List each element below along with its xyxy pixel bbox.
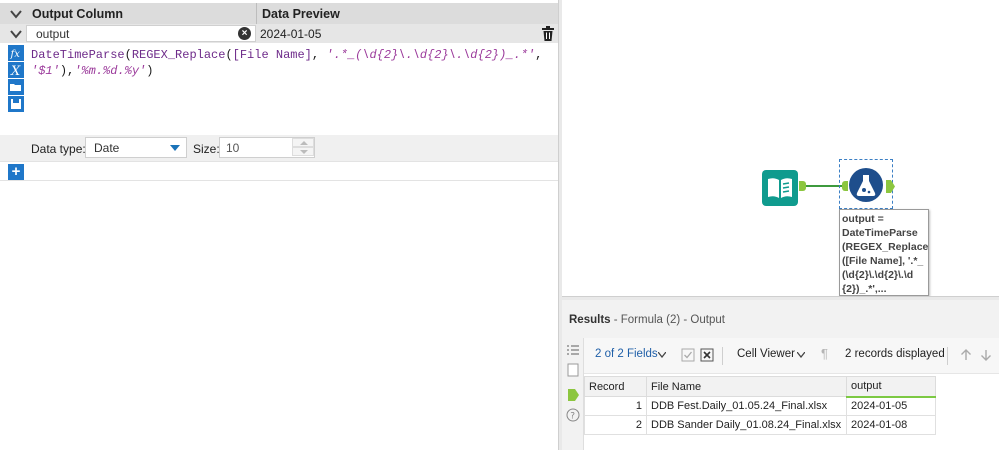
expr-string: '$1' (31, 64, 60, 78)
cell-record[interactable]: 2 (584, 415, 647, 435)
results-table[interactable]: Record File Name output 1 DDB Fest.Daily… (584, 376, 936, 435)
expr-punct: ) (146, 64, 154, 78)
cell-viewer-chevron-down-icon[interactable] (797, 352, 805, 358)
size-stepper[interactable] (292, 138, 314, 157)
cell-viewer-dropdown[interactable]: Cell Viewer (737, 348, 795, 360)
formula-tool-icon[interactable] (848, 167, 884, 203)
save-disk-icon[interactable] (8, 96, 24, 112)
formula-field-row: × 2024-01-05 (0, 24, 558, 43)
help-icon[interactable]: ? (566, 408, 580, 422)
expression-tools: fx X (8, 45, 25, 113)
variables-x-icon[interactable]: X (8, 62, 24, 78)
results-toolbar: 2 of 2 Fields Cell Viewer ¶ 2 records di… (584, 338, 999, 374)
data-preview-value: 2024-01-05 (260, 27, 322, 41)
column-header-file-name[interactable]: File Name (646, 376, 847, 397)
output-column-header: Output Column (32, 7, 123, 21)
svg-text:?: ? (570, 412, 575, 422)
add-field-button[interactable]: + (8, 164, 24, 180)
svg-text:X: X (10, 64, 21, 78)
check-box-icon[interactable] (681, 348, 695, 362)
column-header-output[interactable]: output (846, 376, 936, 398)
header-divider (256, 3, 257, 24)
output-anchor-tab-icon[interactable] (566, 388, 580, 402)
fields-chevron-down-icon[interactable] (658, 352, 666, 358)
cell-file-name[interactable]: DDB Sander Daily_01.08.24_Final.xlsx (646, 415, 847, 435)
results-title-label: Results (569, 314, 611, 326)
dropdown-caret-icon (170, 145, 180, 151)
results-title: Results - Formula (2) - Output (569, 314, 725, 326)
column-header-bar: Output Column Data Preview (0, 3, 558, 24)
output-field-name-input[interactable] (26, 25, 256, 42)
cell-record[interactable]: 1 (584, 396, 647, 416)
expr-function: REGEX_Replace (131, 48, 226, 62)
formula-config-panel: Output Column Data Preview × 2024-01-05 … (0, 0, 558, 450)
collapse-all-chevron-icon[interactable] (9, 7, 23, 21)
expr-field: [File Name] (232, 48, 312, 62)
expr-punct: , (535, 48, 543, 62)
expr-string: '.*_(\d{2}\.\d{2}\.\d{2})_.*' (326, 48, 536, 62)
data-type-row: Data type: Date Size: (0, 135, 558, 161)
cell-output[interactable]: 2024-01-05 (846, 396, 936, 416)
clear-selection-icon[interactable] (700, 348, 714, 362)
add-field-row: + (0, 161, 558, 181)
spin-down-icon[interactable] (292, 147, 314, 156)
input-output-anchor[interactable] (799, 181, 806, 191)
svg-text:fx: fx (10, 49, 21, 60)
results-grid-area: 2 of 2 Fields Cell Viewer ¶ 2 records di… (584, 338, 999, 450)
expand-row-chevron-icon[interactable] (9, 27, 23, 41)
pilcrow-icon[interactable]: ¶ (821, 346, 828, 361)
list-view-icon[interactable] (566, 343, 580, 357)
records-count: 2 records displayed (845, 348, 945, 360)
data-preview-header: Data Preview (262, 7, 340, 21)
expr-string: '%m.%d.%y' (74, 64, 147, 78)
clear-field-icon[interactable]: × (238, 27, 251, 40)
expr-punct: , (311, 48, 327, 62)
results-sidebar: ? (562, 338, 584, 450)
table-row[interactable]: 1 DDB Fest.Daily_01.05.24_Final.xlsx 202… (584, 396, 936, 416)
open-folder-icon[interactable] (8, 79, 24, 95)
table-header-row: Record File Name output (584, 376, 936, 398)
column-header-record[interactable]: Record (584, 376, 647, 397)
cell-output[interactable]: 2024-01-08 (846, 415, 936, 435)
connection-line[interactable] (806, 185, 842, 187)
expr-function: DateTimeParse (31, 48, 125, 62)
expr-punct: ), (59, 64, 75, 78)
toolbar-divider (947, 347, 948, 365)
tool-annotation: output = DateTimeParse (REGEX_Replace ([… (839, 209, 929, 296)
results-panel: Results - Formula (2) - Output ? 2 of 2 … (562, 300, 999, 450)
data-type-dropdown[interactable]: Date (85, 137, 187, 158)
workflow-canvas[interactable]: output = DateTimeParse (REGEX_Replace ([… (562, 0, 999, 296)
size-label: Size: (193, 142, 220, 156)
formula-expression-editor[interactable]: DateTimeParse(REGEX_Replace([File Name],… (31, 47, 551, 79)
input-data-tool-icon[interactable] (762, 170, 798, 206)
input-anchor-tab-icon[interactable] (566, 363, 580, 377)
formula-output-anchor[interactable] (886, 180, 895, 193)
delete-trash-icon[interactable] (541, 26, 555, 41)
data-type-value: Date (94, 141, 120, 155)
data-type-label: Data type: (31, 142, 86, 156)
fields-selector[interactable]: 2 of 2 Fields (595, 348, 658, 360)
toolbar-divider (722, 347, 723, 365)
spin-up-icon[interactable] (292, 138, 314, 147)
expr-punct: ( (225, 48, 233, 62)
function-fx-icon[interactable]: fx (8, 45, 24, 61)
expr-punct: ( (124, 48, 132, 62)
cell-file-name[interactable]: DDB Fest.Daily_01.05.24_Final.xlsx (646, 396, 847, 416)
arrow-up-icon[interactable] (959, 348, 973, 362)
arrow-down-icon[interactable] (979, 348, 993, 362)
table-row[interactable]: 2 DDB Sander Daily_01.08.24_Final.xlsx 2… (584, 415, 936, 435)
results-title-source: - Formula (2) - Output (610, 314, 725, 326)
